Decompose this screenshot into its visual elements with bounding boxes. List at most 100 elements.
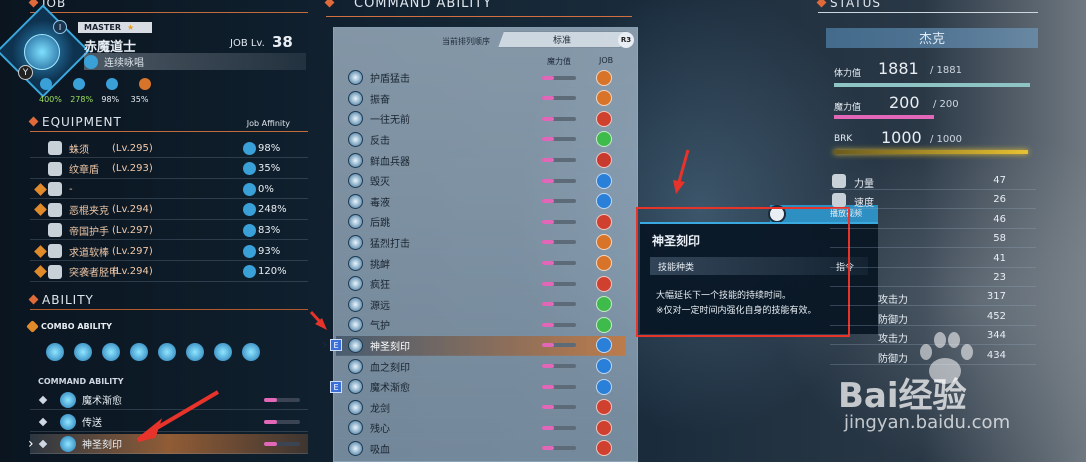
job-rank: MASTER — [84, 23, 121, 32]
brk-bar — [834, 150, 1028, 154]
combo-ability-icon[interactable] — [46, 343, 64, 361]
combo-ability-title: COMBO ABILITY — [41, 322, 112, 331]
command-list-row[interactable]: 毁灭 — [336, 171, 626, 192]
command-name: 神圣刻印 — [370, 341, 410, 353]
combo-ability-icon[interactable] — [74, 343, 92, 361]
equipment-affinity: 35% — [258, 163, 281, 175]
job-ability: 连续咏唱 — [104, 58, 144, 69]
equipment-list: 蛛须 (Lv.295) 98% 纹章盾 (Lv.293) 35% -0% 恶棍夹克 (Lv.29… — [30, 139, 308, 285]
combo-ability-icon[interactable] — [186, 343, 204, 361]
command-list-row[interactable]: 气护 — [336, 315, 626, 336]
button-y-icon[interactable]: Y — [18, 65, 33, 80]
button-i-icon[interactable]: I — [53, 20, 67, 34]
command-list-row[interactable]: 振奋 — [336, 89, 626, 109]
job-icon — [596, 358, 612, 375]
mp-bar-fill — [542, 96, 554, 101]
equipment-row[interactable]: 蛛须 (Lv.295) 98% — [30, 139, 308, 158]
mp-bar-fill — [542, 261, 554, 266]
equipment-name: 蛛须 — [69, 144, 89, 156]
combo-ability-icon[interactable] — [130, 343, 148, 361]
command-name: 源远 — [370, 300, 390, 312]
equipment-icon — [48, 223, 62, 238]
mp-bar-fill — [542, 219, 554, 224]
command-list-row[interactable]: 疯狂 — [336, 274, 626, 295]
attribute-value: 26 — [993, 194, 1006, 206]
mp-bar — [542, 199, 576, 204]
hp-label: 体力值 — [834, 69, 862, 79]
sort-order-select[interactable]: 标准 — [496, 31, 628, 48]
command-ability-row[interactable]: 传送 — [30, 412, 308, 432]
equipment-affinity: 83% — [258, 224, 281, 236]
command-icon — [348, 276, 363, 292]
r3-button-icon[interactable]: R3 — [618, 32, 634, 48]
equipment-affinity: 98% — [258, 142, 281, 154]
mp-bar — [542, 116, 576, 121]
command-list-row[interactable]: 护盾猛击 — [336, 68, 626, 89]
combo-ability-icon[interactable] — [242, 343, 260, 361]
attribute-name: 攻击力 — [878, 334, 908, 346]
command-list-row[interactable]: 毒液 — [336, 192, 626, 212]
combo-ability-icon[interactable] — [214, 343, 232, 361]
mp-row: 魔力值 200 / 200 — [834, 93, 1034, 121]
equipment-row[interactable]: 求道软棒 (Lv.297) 93% — [30, 242, 308, 261]
command-ability-row[interactable]: 魔术渐愈 — [30, 390, 308, 410]
equipment-row[interactable]: 恶棍夹克 (Lv.294) 248% — [30, 201, 308, 220]
job-column-header: JOB — [599, 56, 614, 65]
mp-bar — [542, 158, 576, 163]
attribute-value: 46 — [993, 213, 1006, 225]
mp-bar — [542, 364, 576, 369]
diamond-icon — [38, 439, 48, 448]
command-icon — [348, 214, 363, 230]
command-name: 猛烈打击 — [370, 238, 410, 250]
job-stat-3: 98% — [101, 95, 120, 104]
combo-ability-icon[interactable] — [158, 343, 176, 361]
command-list-row[interactable]: 反击 — [336, 130, 626, 151]
job-icon — [596, 337, 612, 354]
equipment-row[interactable]: - 0% — [30, 180, 308, 200]
job-icon — [596, 440, 612, 457]
command-list-row[interactable]: E 魔术渐愈 — [330, 377, 626, 398]
affinity-icon — [243, 223, 256, 237]
mp-bar — [542, 96, 576, 101]
combo-ability-icon[interactable] — [102, 343, 120, 361]
equipment-row[interactable]: 突袭者胫甲 (Lv.294) 120% — [30, 263, 308, 282]
command-list-row[interactable]: E › 神圣刻印 — [322, 335, 626, 357]
equipment-icon — [48, 244, 62, 258]
command-list-row[interactable]: 挑衅 — [336, 253, 626, 274]
command-list-row[interactable]: 血之刻印 — [336, 356, 626, 377]
job-icon — [596, 90, 612, 107]
mp-bar — [542, 302, 576, 307]
command-name: 后跳 — [370, 218, 390, 230]
command-list-row[interactable]: 猛烈打击 — [336, 233, 626, 254]
command-name: 护盾猛击 — [370, 74, 410, 86]
command-list-row[interactable]: 吸血 — [336, 439, 626, 460]
command-list-row[interactable]: 一往无前 — [336, 109, 626, 130]
job-icon — [596, 296, 612, 313]
attribute-value: 58 — [993, 233, 1006, 245]
attribute-value: 317 — [986, 291, 1006, 303]
equipment-row[interactable]: 帝国护手 (Lv.297) 83% — [30, 221, 308, 241]
brk-label: BRK — [834, 134, 853, 144]
command-list-row[interactable]: 鲜血兵器 — [336, 150, 626, 171]
command-ability-row[interactable]: › 神圣刻印 — [28, 434, 308, 454]
stat-icon-1 — [40, 78, 52, 90]
attribute-row: 速度 26 — [830, 191, 1036, 210]
mp-bar-fill — [264, 441, 277, 446]
command-list-row[interactable]: 后跳 — [336, 212, 626, 233]
mp-max: / 200 — [933, 99, 959, 110]
attribute-row: 攻击力 317 — [830, 288, 1036, 307]
command-list-row[interactable]: 龙剑 — [336, 398, 626, 418]
brk-value: 1000 — [881, 128, 922, 147]
command-list-row[interactable]: 源远 — [336, 295, 626, 315]
attribute-row: 41 — [830, 250, 1036, 268]
sort-order-label: 当前排列顺序 — [442, 37, 490, 46]
command-icon — [348, 90, 363, 106]
job-level: 38 — [272, 33, 293, 51]
hp-bar — [834, 83, 1030, 87]
mp-bar — [264, 419, 300, 424]
command-list-row[interactable]: 残心 — [336, 418, 626, 439]
mp-bar-fill — [542, 158, 554, 163]
equipment-row[interactable]: 纹章盾 (Lv.293) 35% — [30, 160, 308, 179]
star-icon: ★ — [127, 23, 135, 32]
job-icon — [596, 255, 612, 272]
